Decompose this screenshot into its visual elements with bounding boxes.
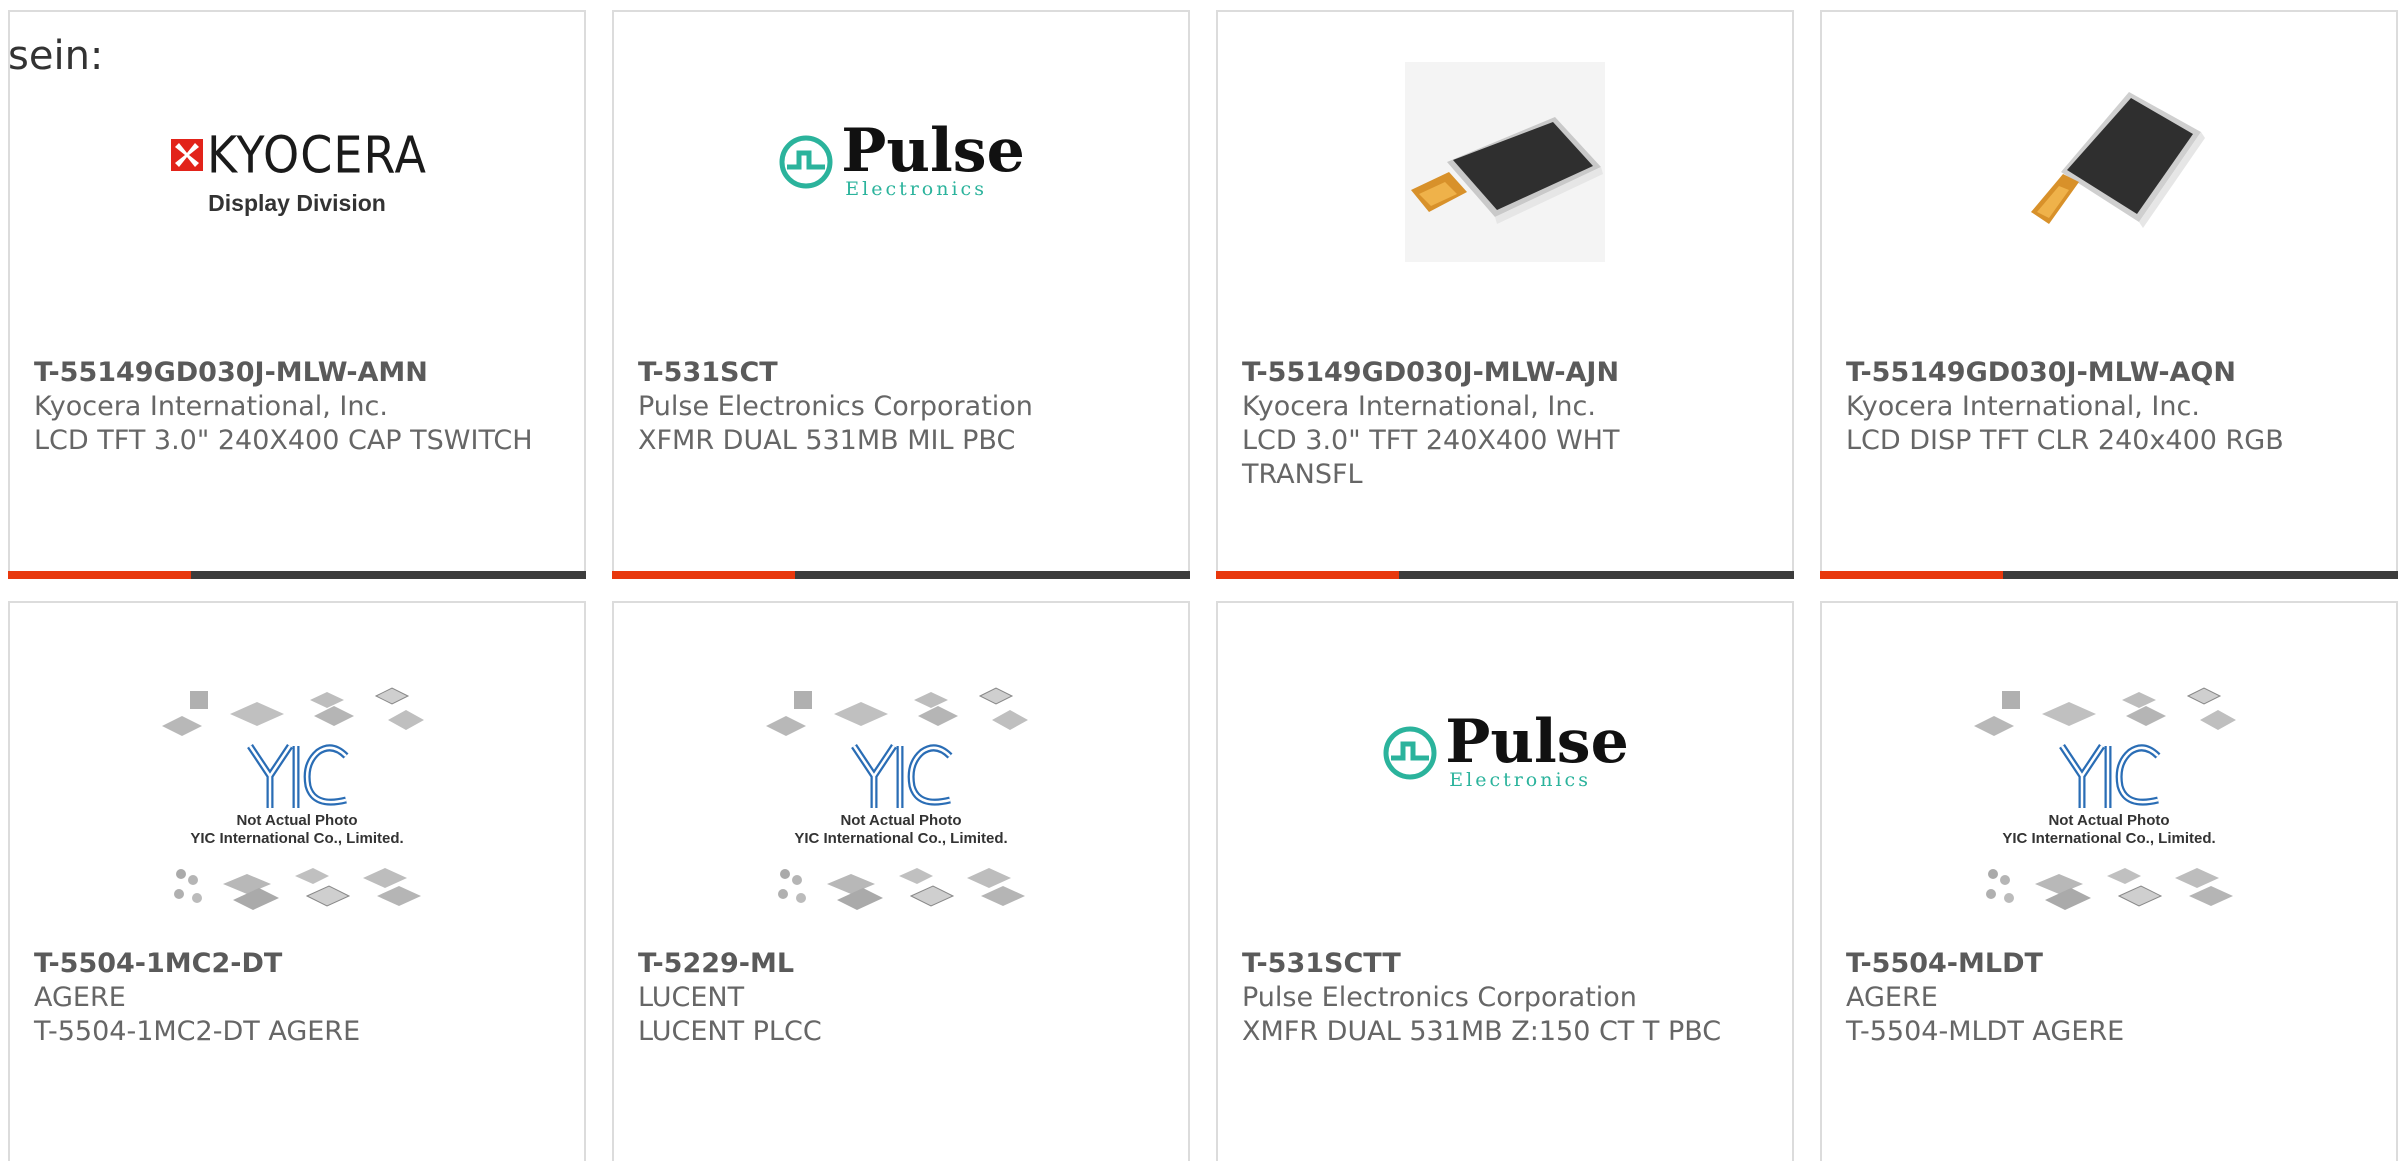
manufacturer: Kyocera International, Inc.: [1242, 391, 1596, 422]
product-card[interactable]: Not Actual Photo YIC International Co., …: [1820, 601, 2398, 1161]
lcd-module-photo: [1405, 62, 1605, 262]
part-number-link[interactable]: T-531SCTT: [1242, 947, 1742, 981]
card-bottom-bar: [1820, 571, 2398, 579]
product-card[interactable]: Pulse Electronics T-531SCT Pulse Electro…: [612, 10, 1190, 579]
part-number-link[interactable]: T-5229-ML: [638, 947, 1138, 981]
product-card[interactable]: Pulse Electronics T-531SCTT Pulse Electr…: [1216, 601, 1794, 1161]
part-number-link[interactable]: T-55149GD030J-MLW-AMN: [34, 356, 534, 390]
chip-packages-icon: [162, 687, 424, 736]
kyocera-logo: KYOCERA Display Division: [167, 124, 428, 217]
pulse-wordmark: Pulse: [841, 116, 1025, 186]
card-bottom-bar: [1216, 571, 1794, 579]
yic-placeholder: Not Actual Photo YIC International Co., …: [162, 686, 432, 910]
kyocera-mark-icon: [170, 138, 203, 171]
pulse-wordmark: Pulse: [1445, 707, 1629, 777]
yic-logo: [2059, 744, 2161, 808]
card-bottom-bar: [612, 571, 1190, 579]
yic-caption-line2: YIC International Co., Limited.: [190, 830, 404, 847]
manufacturer: LUCENT: [638, 982, 745, 1013]
card-bottom-bar: [8, 571, 586, 579]
part-number-link[interactable]: T-531SCT: [638, 356, 1138, 390]
manufacturer: Pulse Electronics Corporation: [638, 391, 1033, 422]
product-image: Not Actual Photo YIC International Co., …: [614, 663, 1188, 910]
yic-caption-line2: YIC International Co., Limited.: [794, 830, 1008, 847]
card-accent: [1820, 571, 2003, 579]
part-number-link[interactable]: T-55149GD030J-MLW-AQN: [1846, 356, 2346, 390]
description: T-5504-MLDT AGERE: [1846, 1016, 2125, 1047]
product-image: KYOCERA Display Division: [10, 72, 584, 312]
yic-caption-line1: Not Actual Photo: [2048, 812, 2170, 829]
manufacturer: Pulse Electronics Corporation: [1242, 982, 1637, 1013]
lcd-module-photo: [2009, 62, 2209, 262]
chip-packages-icon: [766, 687, 1028, 736]
kyocera-wordmark: KYOCERA: [206, 124, 428, 185]
pulse-subtitle: Electronics: [845, 178, 987, 200]
product-card[interactable]: T-55149GD030J-MLW-AJN Kyocera Internatio…: [1216, 10, 1794, 579]
product-grid-page: sein: KYOCERA Display Division T-55149GD…: [0, 0, 2400, 1161]
product-card[interactable]: Not Actual Photo YIC International Co., …: [8, 601, 586, 1161]
manufacturer: AGERE: [1846, 982, 1938, 1013]
yic-logo: [247, 744, 349, 808]
product-image: Pulse Electronics: [1218, 663, 1792, 903]
manufacturer: AGERE: [34, 982, 126, 1013]
chip-packages-icon: [778, 868, 1025, 910]
description: LCD 3.0" TFT 240X400 WHT TRANSFL: [1242, 425, 1620, 490]
manufacturer: Kyocera International, Inc.: [1846, 391, 2200, 422]
description: LUCENT PLCC: [638, 1016, 822, 1047]
product-image: Not Actual Photo YIC International Co., …: [10, 663, 584, 910]
part-number-link[interactable]: T-55149GD030J-MLW-AJN: [1242, 356, 1742, 390]
yic-placeholder: Not Actual Photo YIC International Co., …: [1974, 686, 2244, 910]
product-image: [1822, 62, 2396, 312]
pulse-logo: Pulse Electronics: [1381, 707, 1629, 791]
card-accent: [8, 571, 191, 579]
part-number-link[interactable]: T-5504-1MC2-DT: [34, 947, 534, 981]
yic-caption-line2: YIC International Co., Limited.: [2002, 830, 2216, 847]
product-info: T-55149GD030J-MLW-AMN Kyocera Internatio…: [34, 356, 534, 458]
chip-packages-icon: [1974, 687, 2236, 736]
pulse-mark-icon: [779, 135, 833, 189]
kyocera-subtitle: Display Division: [208, 189, 386, 216]
chip-packages-icon: [174, 868, 421, 910]
product-grid: KYOCERA Display Division T-55149GD030J-M…: [8, 10, 2400, 1161]
product-card[interactable]: Not Actual Photo YIC International Co., …: [612, 601, 1190, 1161]
chip-packages-icon: [1986, 868, 2233, 910]
yic-logo: [851, 744, 953, 808]
manufacturer: Kyocera International, Inc.: [34, 391, 388, 422]
card-accent: [612, 571, 795, 579]
product-info: T-55149GD030J-MLW-AJN Kyocera Internatio…: [1242, 356, 1742, 492]
card-accent: [1216, 571, 1399, 579]
yic-placeholder: Not Actual Photo YIC International Co., …: [766, 686, 1036, 910]
description: T-5504-1MC2-DT AGERE: [34, 1016, 361, 1047]
product-image: [1218, 62, 1792, 312]
product-card[interactable]: KYOCERA Display Division T-55149GD030J-M…: [8, 10, 586, 579]
description: LCD DISP TFT CLR 240x400 RGB: [1846, 425, 2284, 456]
yic-caption-line1: Not Actual Photo: [840, 812, 962, 829]
intro-text: sein:: [8, 33, 104, 79]
product-image: Pulse Electronics: [614, 72, 1188, 312]
product-info: T-5229-ML LUCENT LUCENT PLCC: [638, 947, 1138, 1049]
yic-caption-line1: Not Actual Photo: [236, 812, 358, 829]
pulse-logo: Pulse Electronics: [777, 116, 1025, 200]
description: XMFR DUAL 531MB Z:150 CT T PBC: [1242, 1016, 1722, 1047]
product-card[interactable]: T-55149GD030J-MLW-AQN Kyocera Internatio…: [1820, 10, 2398, 579]
product-info: T-55149GD030J-MLW-AQN Kyocera Internatio…: [1846, 356, 2346, 458]
product-info: T-5504-1MC2-DT AGERE T-5504-1MC2-DT AGER…: [34, 947, 534, 1049]
pulse-subtitle: Electronics: [1449, 769, 1591, 791]
description: XFMR DUAL 531MB MIL PBC: [638, 425, 1016, 456]
part-number-link[interactable]: T-5504-MLDT: [1846, 947, 2346, 981]
pulse-mark-icon: [1383, 726, 1437, 780]
product-info: T-531SCT Pulse Electronics Corporation X…: [638, 356, 1138, 458]
product-info: T-531SCTT Pulse Electronics Corporation …: [1242, 947, 1742, 1049]
product-info: T-5504-MLDT AGERE T-5504-MLDT AGERE: [1846, 947, 2346, 1049]
product-image: Not Actual Photo YIC International Co., …: [1822, 663, 2396, 910]
description: LCD TFT 3.0" 240X400 CAP TSWITCH: [34, 425, 533, 456]
